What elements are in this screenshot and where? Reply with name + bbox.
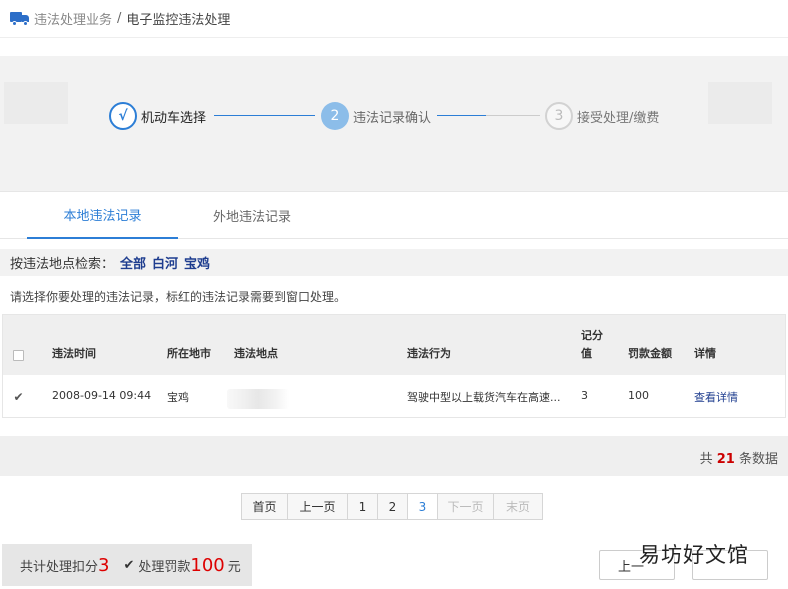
violation-panel: 本地违法记录 外地违法记录 按违法地点检索： 全部 白河 宝鸡 请选择你要处理的…	[0, 191, 788, 589]
row-time: 2008-09-14 09:44	[52, 389, 152, 402]
step-vehicle-select: √ 机动车选择	[109, 102, 206, 130]
step-check-icon: √	[109, 102, 137, 130]
header-fine: 罚款金额	[628, 347, 672, 360]
row-checkbox[interactable]: ✔	[13, 390, 24, 404]
tab-local-records[interactable]: 本地违法记录	[27, 192, 178, 239]
checkmark-icon: ✔	[13, 390, 24, 404]
total-count-text: 共 21 条数据	[700, 448, 778, 467]
breadcrumb-current: 电子监控违法处理	[126, 13, 231, 28]
processing-summary: 共计处理扣分 3 ✔ 处理罚款 100 元	[2, 544, 252, 586]
row-place-redacted	[227, 389, 289, 409]
total-count-bar: 共 21 条数据	[0, 436, 788, 476]
step-label: 接受处理/缴费	[577, 110, 660, 126]
tab-other-records[interactable]: 外地违法记录	[180, 192, 324, 239]
row-fine: 100	[628, 389, 649, 402]
page-2-button[interactable]: 2	[378, 494, 408, 519]
step-connector	[486, 115, 540, 116]
page-1-button[interactable]: 1	[348, 494, 378, 519]
header-score-line1: 记分	[581, 329, 603, 342]
page-first-button[interactable]: 首页	[242, 494, 288, 519]
pagination: 首页 上一页 1 2 3 下一页 末页	[241, 493, 543, 520]
step-label: 机动车选择	[141, 110, 207, 126]
header-place: 违法地点	[234, 347, 278, 360]
summary-score-label: 共计处理扣分	[20, 559, 99, 575]
summary-fine-label: 处理罚款	[138, 559, 191, 575]
checkmark-icon: ✔	[123, 557, 135, 573]
truck-icon	[10, 11, 30, 26]
location-filter: 按违法地点检索： 全部 白河 宝鸡	[0, 249, 788, 276]
step-progress: √ 机动车选择 2 违法记录确认 3 接受处理/缴费	[0, 56, 788, 191]
total-suffix: 条数据	[738, 452, 778, 467]
step-connector	[437, 115, 486, 116]
header-detail: 详情	[694, 347, 716, 360]
view-detail-link[interactable]: 查看详情	[694, 389, 738, 405]
summary-fine-unit: 元	[227, 559, 241, 575]
placeholder-block-right	[708, 82, 772, 124]
filter-label: 按违法地点检索：	[10, 257, 115, 272]
placeholder-block-left	[4, 82, 68, 124]
header-time: 违法时间	[52, 347, 96, 360]
page-next-button[interactable]: 下一页	[438, 494, 494, 519]
filter-option-all[interactable]: 全部	[120, 253, 146, 272]
page-3-button[interactable]: 3	[408, 494, 438, 519]
total-prefix: 共	[699, 452, 713, 467]
row-action: 驾驶中型以上载货汽车在高速...	[407, 391, 561, 404]
step-accept-pay: 3 接受处理/缴费	[545, 102, 659, 130]
summary-fine-value: 100	[190, 554, 225, 576]
header-action: 违法行为	[407, 347, 451, 360]
table-row: ✔ 2008-09-14 09:44 宝鸡 驾驶中型以上载货汽车在高速... 3…	[3, 375, 785, 417]
watermark: 易坊好文馆	[639, 543, 749, 567]
violation-table: 违法时间 所在地市 违法地点 违法行为 记分值 罚款金额 详情 ✔ 2008-0…	[2, 314, 786, 418]
breadcrumb-separator: /	[117, 11, 122, 26]
row-city: 宝鸡	[167, 391, 189, 404]
summary-score-value: 3	[98, 554, 110, 576]
filter-option-baihe[interactable]: 白河	[152, 253, 178, 272]
step-record-confirm: 2 违法记录确认	[321, 102, 431, 130]
breadcrumb-parent-link[interactable]: 违法处理业务	[34, 9, 112, 28]
header-score: 记分值	[581, 327, 603, 363]
page-prev-button[interactable]: 上一页	[288, 494, 348, 519]
total-count: 21	[716, 452, 735, 467]
table-header: 违法时间 所在地市 违法地点 违法行为 记分值 罚款金额 详情	[3, 315, 785, 375]
header-city: 所在地市	[167, 347, 211, 360]
page-last-button[interactable]: 末页	[494, 494, 542, 519]
step-connector	[214, 115, 315, 116]
select-all-checkbox[interactable]	[13, 350, 24, 361]
breadcrumb: 违法处理业务 / 电子监控违法处理	[0, 0, 788, 38]
instruction-text: 请选择你要处理的违法记录，标红的违法记录需要到窗口处理。	[10, 290, 347, 304]
step-label: 违法记录确认	[353, 110, 432, 126]
header-score-line2: 值	[581, 347, 592, 360]
filter-option-baoji[interactable]: 宝鸡	[184, 253, 210, 272]
row-score: 3	[581, 389, 588, 402]
step-number: 2	[321, 102, 349, 130]
step-number: 3	[545, 102, 573, 130]
record-tabs: 本地违法记录 外地违法记录	[0, 192, 788, 239]
